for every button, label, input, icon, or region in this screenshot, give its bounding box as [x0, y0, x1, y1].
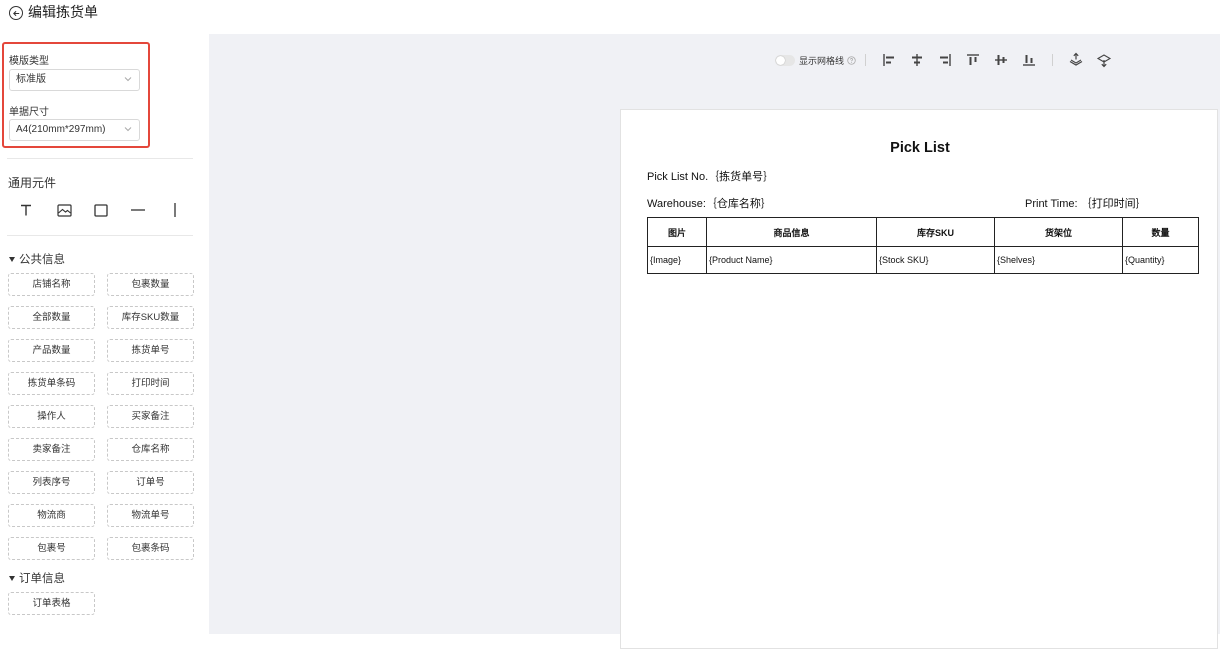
- pick-list-table[interactable]: 图片 商品信息 库存SKU 货架位 数量 {Image} {Product Na…: [647, 217, 1199, 274]
- table-cell: {Quantity}: [1122, 246, 1199, 274]
- back-button[interactable]: [9, 6, 23, 20]
- component-chip[interactable]: 拣货单条码: [8, 372, 95, 395]
- grid-toggle[interactable]: [775, 54, 795, 66]
- table-header-cell: 图片: [647, 217, 707, 247]
- print-time-field[interactable]: Print Time: ｛打印时间｝: [1025, 195, 1147, 211]
- component-chip[interactable]: 仓库名称: [107, 438, 194, 461]
- caret-down-icon: [9, 256, 15, 262]
- component-chip[interactable]: 店铺名称: [8, 273, 95, 296]
- component-chip[interactable]: 操作人: [8, 405, 95, 428]
- document-size-select[interactable]: A4(210mm*297mm): [9, 119, 140, 141]
- align-top-icon[interactable]: [964, 52, 982, 68]
- table-cell: {Stock SKU}: [876, 246, 995, 274]
- chevron-down-icon: [124, 127, 132, 132]
- toolbar-separator: [865, 54, 867, 66]
- table-cell: {Product Name}: [706, 246, 877, 274]
- table-header-cell: 商品信息: [706, 217, 877, 247]
- chevron-down-icon: [124, 77, 132, 82]
- sidebar: 模版类型 标准版 单据尺寸 A4(210mm*297mm) 通用元件 公共信息 …: [0, 34, 209, 634]
- send-to-back-icon[interactable]: [1095, 52, 1113, 68]
- canvas-toolbar: 显示网格线: [775, 52, 1118, 68]
- component-chip[interactable]: 物流单号: [107, 504, 194, 527]
- document-preview: Pick List Pick List No.｛拣货单号｝ Warehouse:…: [620, 109, 1218, 649]
- vertical-line-icon[interactable]: [166, 201, 184, 219]
- align-right-icon[interactable]: [936, 52, 954, 68]
- rectangle-icon[interactable]: [92, 201, 110, 219]
- design-canvas: 显示网格线 Pick List Pick List No.｛拣货单号｝ Ware…: [209, 34, 1220, 649]
- toolbar-separator: [1052, 54, 1054, 66]
- pick-list-number-field[interactable]: Pick List No.｛拣货单号｝: [647, 168, 774, 184]
- component-chip[interactable]: 库存SKU数量: [107, 306, 194, 329]
- arrow-left-icon: [12, 10, 19, 16]
- table-header-cell: 数量: [1122, 217, 1199, 247]
- table-cell: {Image}: [647, 246, 707, 274]
- horizontal-line-icon[interactable]: [129, 201, 147, 219]
- document-size-label: 单据尺寸: [9, 107, 49, 118]
- top-bar: 编辑拣货单: [0, 0, 1220, 34]
- help-icon[interactable]: [847, 55, 856, 65]
- text-icon[interactable]: [17, 201, 35, 219]
- component-chip[interactable]: 包裹号: [8, 537, 95, 560]
- component-chip[interactable]: 订单号: [107, 471, 194, 494]
- align-bottom-icon[interactable]: [1020, 52, 1038, 68]
- component-chip[interactable]: 买家备注: [107, 405, 194, 428]
- document-title[interactable]: Pick List: [621, 140, 1219, 156]
- component-chip[interactable]: 产品数量: [8, 339, 95, 362]
- component-chip[interactable]: 包裹条码: [107, 537, 194, 560]
- align-center-horizontal-icon[interactable]: [908, 52, 926, 68]
- table-header-cell: 货架位: [994, 217, 1123, 247]
- align-middle-vertical-icon[interactable]: [992, 52, 1010, 68]
- component-chip[interactable]: 列表序号: [8, 471, 95, 494]
- document-size-value: A4(210mm*297mm): [16, 124, 106, 135]
- components-title: 通用元件: [8, 176, 57, 190]
- component-chip[interactable]: 物流商: [8, 504, 95, 527]
- table-row: {Image} {Product Name} {Stock SKU} {Shel…: [647, 246, 1199, 274]
- bring-to-front-icon[interactable]: [1067, 52, 1085, 68]
- divider: [7, 235, 193, 236]
- component-chip-order-table[interactable]: 订单表格: [8, 592, 95, 615]
- caret-down-icon: [9, 575, 15, 581]
- table-cell: {Shelves}: [994, 246, 1123, 274]
- public-info-title: 公共信息: [19, 254, 65, 266]
- table-header-cell: 库存SKU: [876, 217, 995, 247]
- divider: [7, 158, 193, 159]
- template-type-select[interactable]: 标准版: [9, 69, 140, 91]
- page-title: 编辑拣货单: [28, 4, 98, 20]
- component-chip[interactable]: 卖家备注: [8, 438, 95, 461]
- component-chip[interactable]: 拣货单号: [107, 339, 194, 362]
- align-left-icon[interactable]: [880, 52, 898, 68]
- image-icon[interactable]: [55, 201, 73, 219]
- warehouse-field[interactable]: Warehouse:｛仓库名称｝: [647, 195, 772, 211]
- order-info-title: 订单信息: [19, 573, 65, 585]
- component-chip[interactable]: 包裹数量: [107, 273, 194, 296]
- component-chip[interactable]: 全部数量: [8, 306, 95, 329]
- component-chip[interactable]: 打印时间: [107, 372, 194, 395]
- public-info-group-toggle[interactable]: 公共信息: [9, 251, 65, 267]
- grid-toggle-label: 显示网格线: [799, 55, 845, 66]
- template-type-label: 模版类型: [9, 56, 49, 67]
- order-info-group-toggle[interactable]: 订单信息: [9, 570, 65, 586]
- table-header-row: 图片 商品信息 库存SKU 货架位 数量: [647, 217, 1199, 247]
- template-type-value: 标准版: [16, 74, 46, 85]
